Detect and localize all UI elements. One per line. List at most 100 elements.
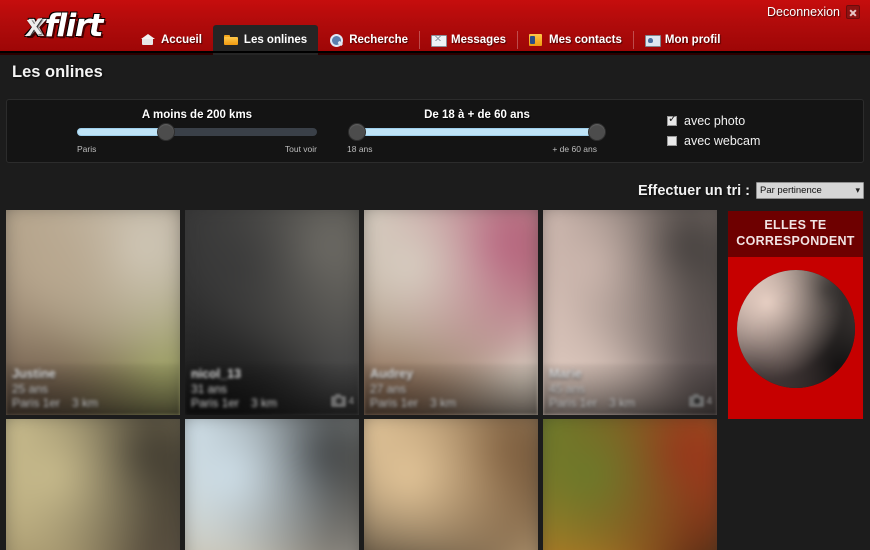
age-filter-label: De 18 à + de 60 ans: [424, 109, 530, 121]
camera-icon: [689, 394, 705, 407]
age-slider-handle-low[interactable]: [348, 123, 366, 141]
distance-slider-scale: Paris Tout voir: [77, 144, 317, 154]
profile-age: 25 ans: [12, 381, 49, 396]
profile-card[interactable]: [6, 419, 180, 550]
profile-photo: [543, 419, 717, 550]
top-bar: x xflirt Deconnexion Accueil Les onlines…: [0, 0, 870, 55]
matches-panel-title: ELLES TE CORRESPONDENT: [728, 211, 863, 257]
age-slider[interactable]: [348, 123, 606, 141]
nav-label-accueil: Accueil: [161, 34, 202, 46]
checkbox-avec-webcam-box[interactable]: [667, 136, 677, 146]
profile-photo: [6, 419, 180, 550]
matches-panel-photo-image: [736, 270, 855, 388]
photo-count-badge: 4: [689, 394, 712, 407]
age-slider-handle-high[interactable]: [588, 123, 606, 141]
nav-label-recherche: Recherche: [349, 34, 409, 46]
profile-card[interactable]: Justine 25 ans Paris 1er 3 km: [6, 210, 180, 415]
sort-label: Effectuer un tri :: [638, 182, 750, 199]
site-logo[interactable]: x xflirt: [12, 6, 116, 46]
profile-card[interactable]: [543, 419, 717, 550]
profile-city: Paris 1er: [191, 395, 240, 410]
profile-photo: [364, 419, 538, 550]
matches-panel-photo[interactable]: [736, 270, 855, 388]
profile-city: Paris 1er: [12, 395, 61, 410]
profile-info: Justine 25 ans Paris 1er 3 km: [6, 363, 180, 415]
profile-location-row: Paris 1er 3 km: [12, 396, 174, 410]
age-slider-fill: [357, 128, 597, 136]
sort-selected-value: Par pertinence: [760, 185, 822, 196]
profile-city: Paris 1er: [549, 395, 598, 410]
photo-count-value: 4: [348, 396, 354, 407]
distance-min-label: Paris: [77, 144, 97, 154]
matches-panel: ELLES TE CORRESPONDENT: [727, 210, 864, 420]
home-icon: [141, 34, 155, 46]
distance-slider-handle[interactable]: [156, 123, 175, 141]
age-filter: De 18 à + de 60 ans 18 ans + de 60 ans: [345, 109, 609, 154]
checkbox-avec-photo-label: avec photo: [684, 114, 746, 128]
checkbox-avec-photo-box[interactable]: [667, 113, 677, 126]
close-x-icon[interactable]: [846, 5, 860, 19]
profile-name: Marie: [549, 366, 582, 381]
main-navigation: Accueil Les onlines Recherche Messages M…: [130, 25, 731, 55]
profile-location-row: Paris 1er 3 km: [549, 396, 711, 410]
profile-name: Audrey: [370, 366, 414, 381]
profile-distance: 3 km: [609, 395, 636, 410]
age-slider-scale: 18 ans + de 60 ans: [347, 144, 597, 154]
profile-distance: 3 km: [251, 395, 278, 410]
profile-card[interactable]: Marie 45 ans Paris 1er 3 km 4: [543, 210, 717, 415]
nav-label-les-onlines: Les onlines: [243, 34, 308, 46]
profile-info: nicol_13 31 ans Paris 1er 3 km: [185, 363, 359, 415]
app-page: x xflirt Deconnexion Accueil Les onlines…: [0, 0, 870, 550]
profile-card[interactable]: nicol_13 31 ans Paris 1er 3 km 4: [185, 210, 359, 415]
profile-card[interactable]: [364, 419, 538, 550]
nav-item-mon-profil[interactable]: Mon profil: [634, 25, 732, 55]
contacts-icon: [529, 34, 543, 46]
distance-max-label: Tout voir: [284, 144, 317, 154]
matches-panel-body: [728, 257, 863, 388]
profile-age: 27 ans: [370, 381, 407, 396]
profile-city: Paris 1er: [370, 395, 419, 410]
logout-button[interactable]: Deconnexion: [767, 5, 860, 19]
folder-icon: [223, 34, 238, 46]
photo-count-badge: 4: [331, 394, 354, 407]
sort-select[interactable]: Par pertinence: [756, 182, 864, 199]
filter-checkboxes: avec photo avec webcam: [667, 113, 760, 148]
distance-filter-label: A moins de 200 kms: [141, 109, 253, 121]
nav-label-messages: Messages: [451, 34, 506, 46]
profile-distance: 3 km: [430, 395, 457, 410]
nav-item-les-onlines[interactable]: Les onlines: [212, 25, 319, 55]
profile-name: Justine: [12, 366, 56, 381]
photo-count-value: 4: [706, 396, 712, 407]
distance-slider[interactable]: [77, 123, 317, 141]
checkbox-avec-webcam-label: avec webcam: [684, 134, 761, 148]
profile-age: 45 ans: [549, 381, 586, 396]
logout-label: Deconnexion: [767, 5, 840, 19]
page-title: Les onlines: [12, 63, 103, 81]
nav-item-accueil[interactable]: Accueil: [130, 25, 213, 55]
nav-label-mon-profil: Mon profil: [664, 34, 721, 46]
nav-item-recherche[interactable]: Recherche: [318, 25, 419, 55]
sort-control: Effectuer un tri : Par pertinence: [638, 182, 864, 199]
logo-x-mark: x: [23, 8, 45, 44]
distance-slider-fill: [77, 128, 166, 136]
profile-location-row: Paris 1er 3 km: [191, 396, 353, 410]
profile-info: Marie 45 ans Paris 1er 3 km: [543, 363, 717, 415]
profile-age: 31 ans: [191, 381, 228, 396]
mail-icon: [431, 34, 448, 47]
nav-item-mes-contacts[interactable]: Mes contacts: [518, 25, 633, 55]
search-icon: [329, 34, 344, 47]
profile-icon: [644, 34, 661, 47]
age-max-label: + de 60 ans: [552, 144, 597, 154]
camera-icon: [331, 394, 347, 407]
profile-location-row: Paris 1er 3 km: [370, 396, 532, 410]
profile-distance: 3 km: [72, 395, 99, 410]
profile-name: nicol_13: [191, 366, 242, 381]
age-min-label: 18 ans: [347, 144, 373, 154]
nav-item-messages[interactable]: Messages: [420, 25, 517, 55]
checkbox-avec-webcam[interactable]: avec webcam: [667, 134, 760, 148]
nav-label-mes-contacts: Mes contacts: [549, 34, 622, 46]
checkbox-avec-photo[interactable]: avec photo: [667, 113, 760, 128]
profile-card[interactable]: Audrey 27 ans Paris 1er 3 km: [364, 210, 538, 415]
profile-grid: Justine 25 ans Paris 1er 3 km nicol_13 31 ans…: [6, 210, 721, 550]
profile-card[interactable]: [185, 419, 359, 550]
